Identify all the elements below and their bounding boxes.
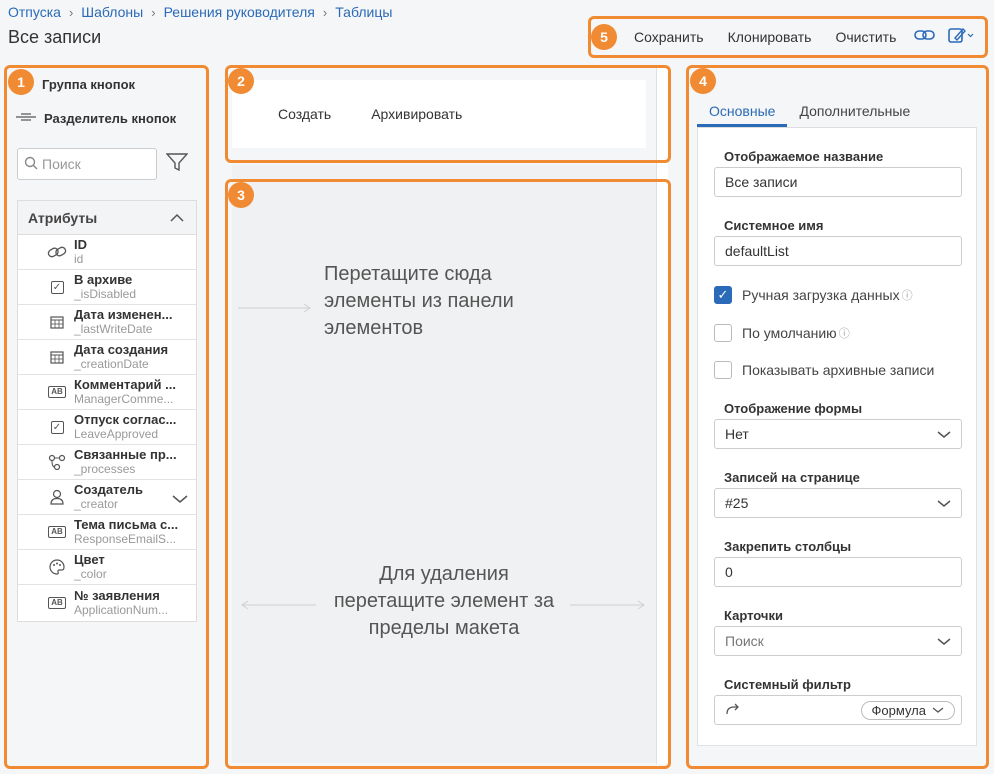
breadcrumb-item[interactable]: Шаблоны <box>81 4 143 20</box>
chevron-right-icon: › <box>322 4 328 20</box>
breadcrumb-item[interactable]: Решения руководителя <box>164 4 315 20</box>
step-badge: 4 <box>690 68 716 94</box>
step-badge: 3 <box>228 182 254 208</box>
highlight-frame <box>225 179 671 769</box>
breadcrumb-item[interactable]: Таблицы <box>335 4 392 20</box>
highlight-frame <box>588 16 988 58</box>
chevron-right-icon: › <box>68 4 74 20</box>
highlight-frame <box>686 65 989 769</box>
page-title: Все записи <box>8 27 102 47</box>
step-badge: 2 <box>228 68 254 94</box>
breadcrumb-item[interactable]: Отпуска <box>8 4 61 20</box>
step-badge: 1 <box>8 69 34 95</box>
highlight-frame <box>4 65 209 769</box>
breadcrumb: Отпуска › Шаблоны › Решения руководителя… <box>8 4 392 20</box>
chevron-right-icon: › <box>151 4 156 20</box>
highlight-frame <box>225 65 671 163</box>
step-badge: 5 <box>591 24 617 50</box>
